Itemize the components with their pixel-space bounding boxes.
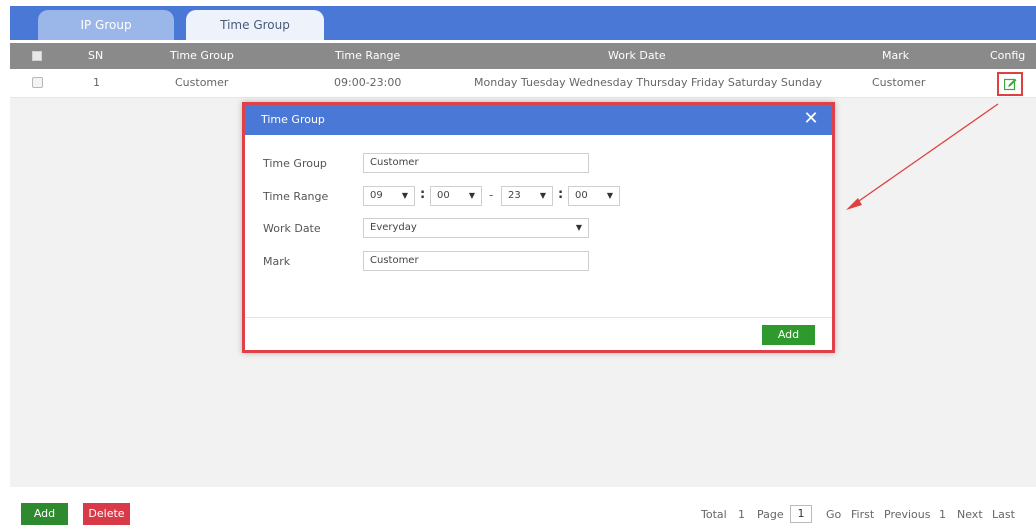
- pager-page-label: Page: [757, 508, 784, 521]
- end-minute-select[interactable]: 00 ▼: [568, 186, 620, 206]
- column-header-work-date: Work Date: [608, 49, 666, 62]
- time-separator: :: [558, 187, 564, 202]
- tab-ip-group[interactable]: IP Group: [38, 10, 174, 40]
- end-hour-select[interactable]: 23 ▼: [501, 186, 553, 206]
- cell-sn: 1: [93, 76, 100, 89]
- cell-mark: Customer: [872, 76, 926, 89]
- time-group-label: Time Group: [263, 157, 327, 170]
- cell-time-range: 09:00-23:00: [334, 76, 402, 89]
- pager-go-button[interactable]: Go: [826, 508, 841, 521]
- start-minute-value: 00: [437, 190, 450, 201]
- cell-work-date: Monday Tuesday Wednesday Thursday Friday…: [474, 76, 823, 89]
- triangle-down-icon: ▼: [539, 191, 546, 200]
- row-checkbox[interactable]: [32, 77, 43, 88]
- work-date-label: Work Date: [263, 222, 321, 235]
- mark-input[interactable]: Customer: [363, 251, 589, 271]
- time-group-dialog: Time Group ✕ Time Group Customer Time Ra…: [242, 102, 835, 353]
- pager-previous-link[interactable]: Previous: [884, 508, 931, 521]
- end-hour-value: 23: [508, 190, 521, 201]
- start-minute-select[interactable]: 00 ▼: [430, 186, 482, 206]
- tab-time-group[interactable]: Time Group: [186, 10, 324, 40]
- range-separator: -: [489, 188, 494, 202]
- column-header-sn: SN: [88, 49, 104, 62]
- time-range-label: Time Range: [263, 190, 329, 203]
- work-date-value: Everyday: [370, 222, 417, 233]
- pager-total-label: Total: [701, 508, 727, 521]
- dialog-add-button[interactable]: Add: [762, 325, 815, 345]
- table-row: 1 Customer 09:00-23:00 Monday Tuesday We…: [10, 69, 1036, 97]
- triangle-down-icon: ▼: [401, 191, 408, 200]
- start-hour-select[interactable]: 09 ▼: [363, 186, 415, 206]
- dialog-title: Time Group: [261, 113, 325, 126]
- pager-total-value: 1: [738, 508, 745, 521]
- pager-current-page: 1: [939, 508, 946, 521]
- divider: [10, 97, 1036, 98]
- app-window: IP Group Time Group SN Time Group Time R…: [0, 0, 1036, 531]
- config-edit-button[interactable]: [997, 72, 1023, 96]
- triangle-down-icon: ▼: [606, 191, 613, 200]
- end-minute-value: 00: [575, 190, 588, 201]
- pager-next-link[interactable]: Next: [957, 508, 983, 521]
- delete-button[interactable]: Delete: [83, 503, 130, 525]
- pager-first-link[interactable]: First: [851, 508, 874, 521]
- select-all-checkbox[interactable]: [32, 51, 42, 61]
- dialog-header: Time Group ✕: [245, 105, 832, 135]
- page-number-input[interactable]: 1: [790, 505, 812, 523]
- column-header-time-range: Time Range: [335, 49, 401, 62]
- start-hour-value: 09: [370, 190, 383, 201]
- table-header: SN Time Group Time Range Work Date Mark …: [10, 43, 1036, 69]
- column-header-config: Config: [990, 49, 1026, 62]
- close-icon[interactable]: ✕: [802, 110, 820, 128]
- triangle-down-icon: ▼: [575, 223, 582, 232]
- work-date-select[interactable]: Everyday ▼: [363, 218, 589, 238]
- time-group-input[interactable]: Customer: [363, 153, 589, 173]
- add-button[interactable]: Add: [21, 503, 68, 525]
- mark-label: Mark: [263, 255, 291, 268]
- column-header-time-group: Time Group: [170, 49, 234, 62]
- dialog-divider: [245, 317, 832, 318]
- triangle-down-icon: ▼: [468, 191, 475, 200]
- tab-bar: IP Group Time Group: [10, 6, 1036, 40]
- cell-time-group: Customer: [175, 76, 229, 89]
- column-header-mark: Mark: [882, 49, 910, 62]
- edit-icon: [1004, 78, 1017, 91]
- time-separator: :: [420, 187, 426, 202]
- pager-last-link[interactable]: Last: [992, 508, 1015, 521]
